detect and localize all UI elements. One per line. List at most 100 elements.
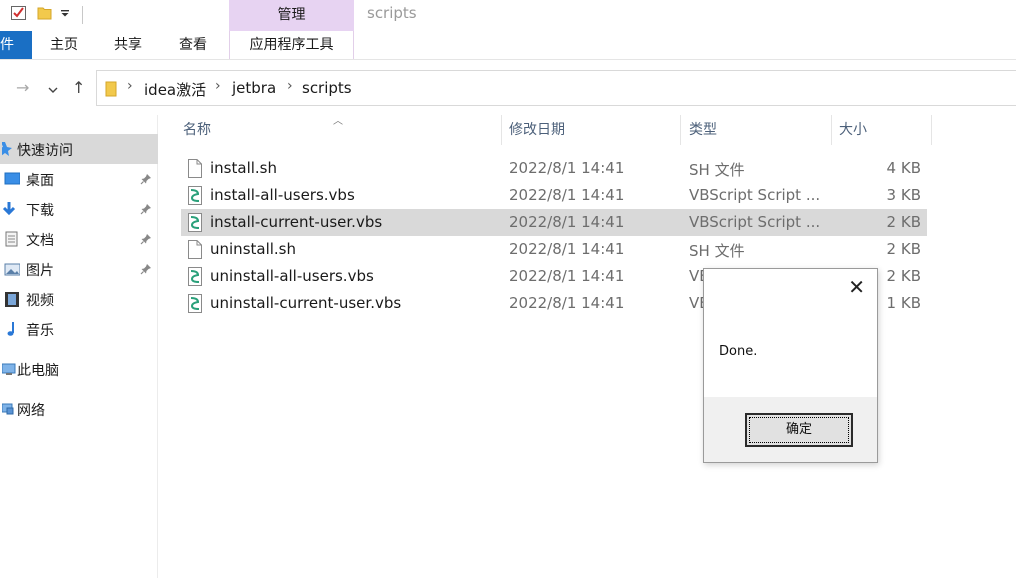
breadcrumb-item[interactable]: scripts — [302, 79, 352, 97]
forward-arrow-icon[interactable]: → — [16, 78, 29, 97]
file-name: uninstall-all-users.vbs — [210, 267, 374, 285]
nav-item-this-pc[interactable]: 此电脑 — [0, 354, 158, 384]
file-type: VBScript Script ... — [689, 186, 821, 204]
dialog-footer: 确定 — [704, 397, 877, 462]
column-divider[interactable] — [501, 115, 502, 145]
folder-icon — [105, 81, 117, 101]
video-icon — [2, 290, 20, 308]
nav-item-label: 文档 — [26, 233, 54, 249]
nav-item-pictures[interactable]: 图片 — [0, 254, 158, 284]
download-icon — [2, 200, 20, 218]
file-icon — [187, 240, 203, 259]
file-date: 2022/8/1 14:41 — [509, 159, 625, 177]
breadcrumb-chevron-icon[interactable]: › — [127, 78, 133, 94]
navigation-pane: 快速访问 桌面 下载 文档 图片 视频 音乐 此电脑 网络 — [0, 115, 158, 578]
nav-item-label: 下载 — [26, 203, 54, 219]
table-row[interactable]: install-all-users.vbs 2022/8/1 14:41 VBS… — [181, 182, 927, 209]
file-type: SH 文件 — [689, 161, 745, 179]
file-size: 4 KB — [886, 159, 921, 177]
pin-icon[interactable] — [140, 173, 152, 189]
nav-item-label: 桌面 — [26, 173, 54, 189]
nav-item-label: 此电脑 — [17, 363, 59, 379]
nav-item-documents[interactable]: 文档 — [0, 224, 158, 254]
tab-application-tools[interactable]: 应用程序工具 — [229, 31, 354, 59]
file-type: SH 文件 — [689, 242, 745, 260]
music-icon — [2, 320, 20, 338]
column-divider[interactable] — [931, 115, 932, 145]
contextual-tab-group-label: 管理 — [229, 0, 354, 31]
new-folder-icon[interactable] — [36, 4, 54, 26]
table-row[interactable]: install-current-user.vbs 2022/8/1 14:41 … — [181, 209, 927, 236]
file-name: install-current-user.vbs — [210, 213, 383, 231]
address-bar[interactable]: › idea激活 › jetbra › scripts — [96, 70, 1016, 106]
properties-icon[interactable] — [10, 4, 28, 26]
file-size: 2 KB — [886, 240, 921, 258]
breadcrumb-item[interactable]: jetbra — [232, 79, 276, 97]
dialog-message: Done. — [719, 344, 758, 359]
file-size: 1 KB — [886, 294, 921, 312]
file-name: install.sh — [210, 159, 277, 177]
file-name: install-all-users.vbs — [210, 186, 355, 204]
file-name: uninstall-current-user.vbs — [210, 294, 402, 312]
navigation-bar: → ↑ › idea激活 › jetbra › scripts — [0, 59, 1016, 115]
column-header-size[interactable]: 大小 — [839, 115, 867, 145]
nav-item-label: 快速访问 — [17, 143, 73, 159]
file-size: 2 KB — [886, 213, 921, 231]
file-date: 2022/8/1 14:41 — [509, 213, 625, 231]
sort-ascending-icon: ︿ — [333, 116, 343, 127]
nav-item-label: 音乐 — [26, 323, 54, 339]
nav-item-music[interactable]: 音乐 — [0, 314, 158, 344]
pin-icon[interactable] — [140, 203, 152, 219]
table-row[interactable]: install.sh 2022/8/1 14:41 SH 文件 4 KB — [181, 155, 927, 182]
recent-locations-chevron-icon[interactable] — [48, 80, 58, 99]
column-divider[interactable] — [680, 115, 681, 145]
toolbar-separator — [82, 6, 83, 24]
breadcrumb-item[interactable]: idea激活 — [144, 79, 206, 100]
document-icon — [2, 230, 20, 248]
pin-icon[interactable] — [140, 263, 152, 279]
vbs-script-icon — [187, 186, 203, 205]
nav-item-videos[interactable]: 视频 — [0, 284, 158, 314]
tab-view[interactable]: 查看 — [179, 31, 207, 59]
column-header-type[interactable]: 类型 — [689, 115, 717, 145]
nav-item-label: 视频 — [26, 293, 54, 309]
table-row[interactable]: uninstall.sh 2022/8/1 14:41 SH 文件 2 KB — [181, 236, 927, 263]
column-header-date-modified[interactable]: 修改日期 — [509, 115, 565, 145]
tab-home[interactable]: 主页 — [50, 31, 78, 59]
nav-item-network[interactable]: 网络 — [0, 394, 158, 424]
column-header-name[interactable]: 名称 — [183, 115, 211, 145]
desktop-icon — [2, 170, 21, 188]
message-dialog: ✕ Done. 确定 — [703, 268, 878, 463]
vbs-script-icon — [187, 294, 203, 313]
vbs-script-icon — [187, 267, 203, 286]
nav-item-desktop[interactable]: 桌面 — [0, 164, 158, 194]
tab-file[interactable]: 件 — [0, 31, 32, 59]
nav-item-label: 网络 — [17, 403, 45, 419]
file-size: 3 KB — [886, 186, 921, 204]
file-type: VBScript Script ... — [689, 213, 821, 231]
title-bar: 管理 scripts — [0, 0, 1016, 31]
up-arrow-icon[interactable]: ↑ — [72, 78, 85, 97]
nav-item-quick-access[interactable]: 快速访问 — [0, 134, 158, 164]
file-date: 2022/8/1 14:41 — [509, 294, 625, 312]
vbs-script-icon — [187, 213, 203, 232]
file-icon — [187, 159, 203, 178]
tab-share[interactable]: 共享 — [114, 31, 142, 59]
pin-icon[interactable] — [140, 233, 152, 249]
file-name: uninstall.sh — [210, 240, 297, 258]
nav-item-downloads[interactable]: 下载 — [0, 194, 158, 224]
breadcrumb-chevron-icon[interactable]: › — [215, 78, 221, 94]
customize-toolbar-chevron-icon[interactable] — [60, 7, 70, 23]
column-divider[interactable] — [831, 115, 832, 145]
close-icon[interactable]: ✕ — [848, 275, 865, 299]
file-date: 2022/8/1 14:41 — [509, 186, 625, 204]
file-size: 2 KB — [886, 267, 921, 285]
ribbon-tabs: 件 主页 共享 查看 应用程序工具 — [0, 31, 1016, 59]
picture-icon — [2, 260, 21, 278]
nav-item-label: 图片 — [26, 263, 54, 279]
file-date: 2022/8/1 14:41 — [509, 267, 625, 285]
file-date: 2022/8/1 14:41 — [509, 240, 625, 258]
breadcrumb-chevron-icon[interactable]: › — [287, 78, 293, 94]
window-title: scripts — [367, 4, 417, 22]
ok-button[interactable]: 确定 — [745, 413, 853, 447]
